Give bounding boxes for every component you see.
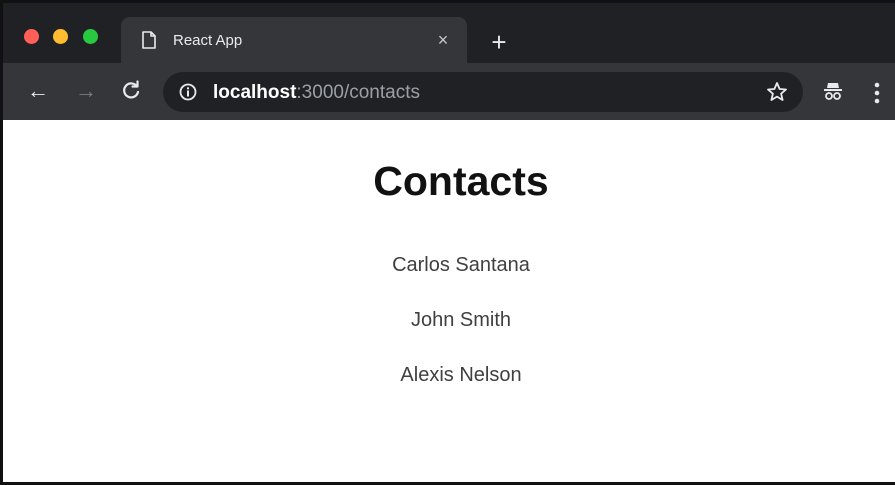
back-button[interactable]: ← (26, 79, 50, 103)
address-bar[interactable]: localhost:3000/contacts (163, 72, 803, 112)
menu-icon[interactable] (874, 82, 880, 104)
tab-title: React App (173, 32, 243, 49)
incognito-icon[interactable] (821, 80, 845, 104)
browser-window: React App × + ← → localhost:3000/contact… (0, 0, 895, 485)
browser-toolbar: ← → localhost:3000/contacts (3, 63, 895, 120)
url-path: :3000/contacts (296, 82, 420, 103)
star-icon[interactable] (766, 81, 788, 103)
contact-item: Alexis Nelson (400, 364, 522, 386)
contact-item: Carlos Santana (392, 254, 530, 276)
tab-react-app[interactable]: React App × (121, 17, 467, 63)
close-tab-icon[interactable]: × (434, 31, 452, 49)
page-title: Contacts (373, 158, 549, 204)
forward-button[interactable]: → (74, 79, 98, 103)
minimize-window-button[interactable] (53, 29, 68, 44)
url-host: localhost (213, 82, 297, 103)
reload-button[interactable] (119, 79, 143, 103)
contact-item: John Smith (410, 309, 512, 331)
info-icon[interactable] (179, 83, 197, 101)
contacts-list: Carlos Santana John Smith Alexis Nelson (3, 253, 895, 418)
close-window-button[interactable] (24, 29, 39, 44)
url-text: localhost:3000/contacts (213, 82, 420, 104)
page-content: Contacts Carlos Santana John Smith Alexi… (3, 120, 895, 482)
document-icon (141, 31, 157, 49)
tab-strip: React App × + (3, 3, 895, 63)
new-tab-button[interactable]: + (487, 29, 511, 55)
zoom-window-button[interactable] (83, 29, 98, 44)
